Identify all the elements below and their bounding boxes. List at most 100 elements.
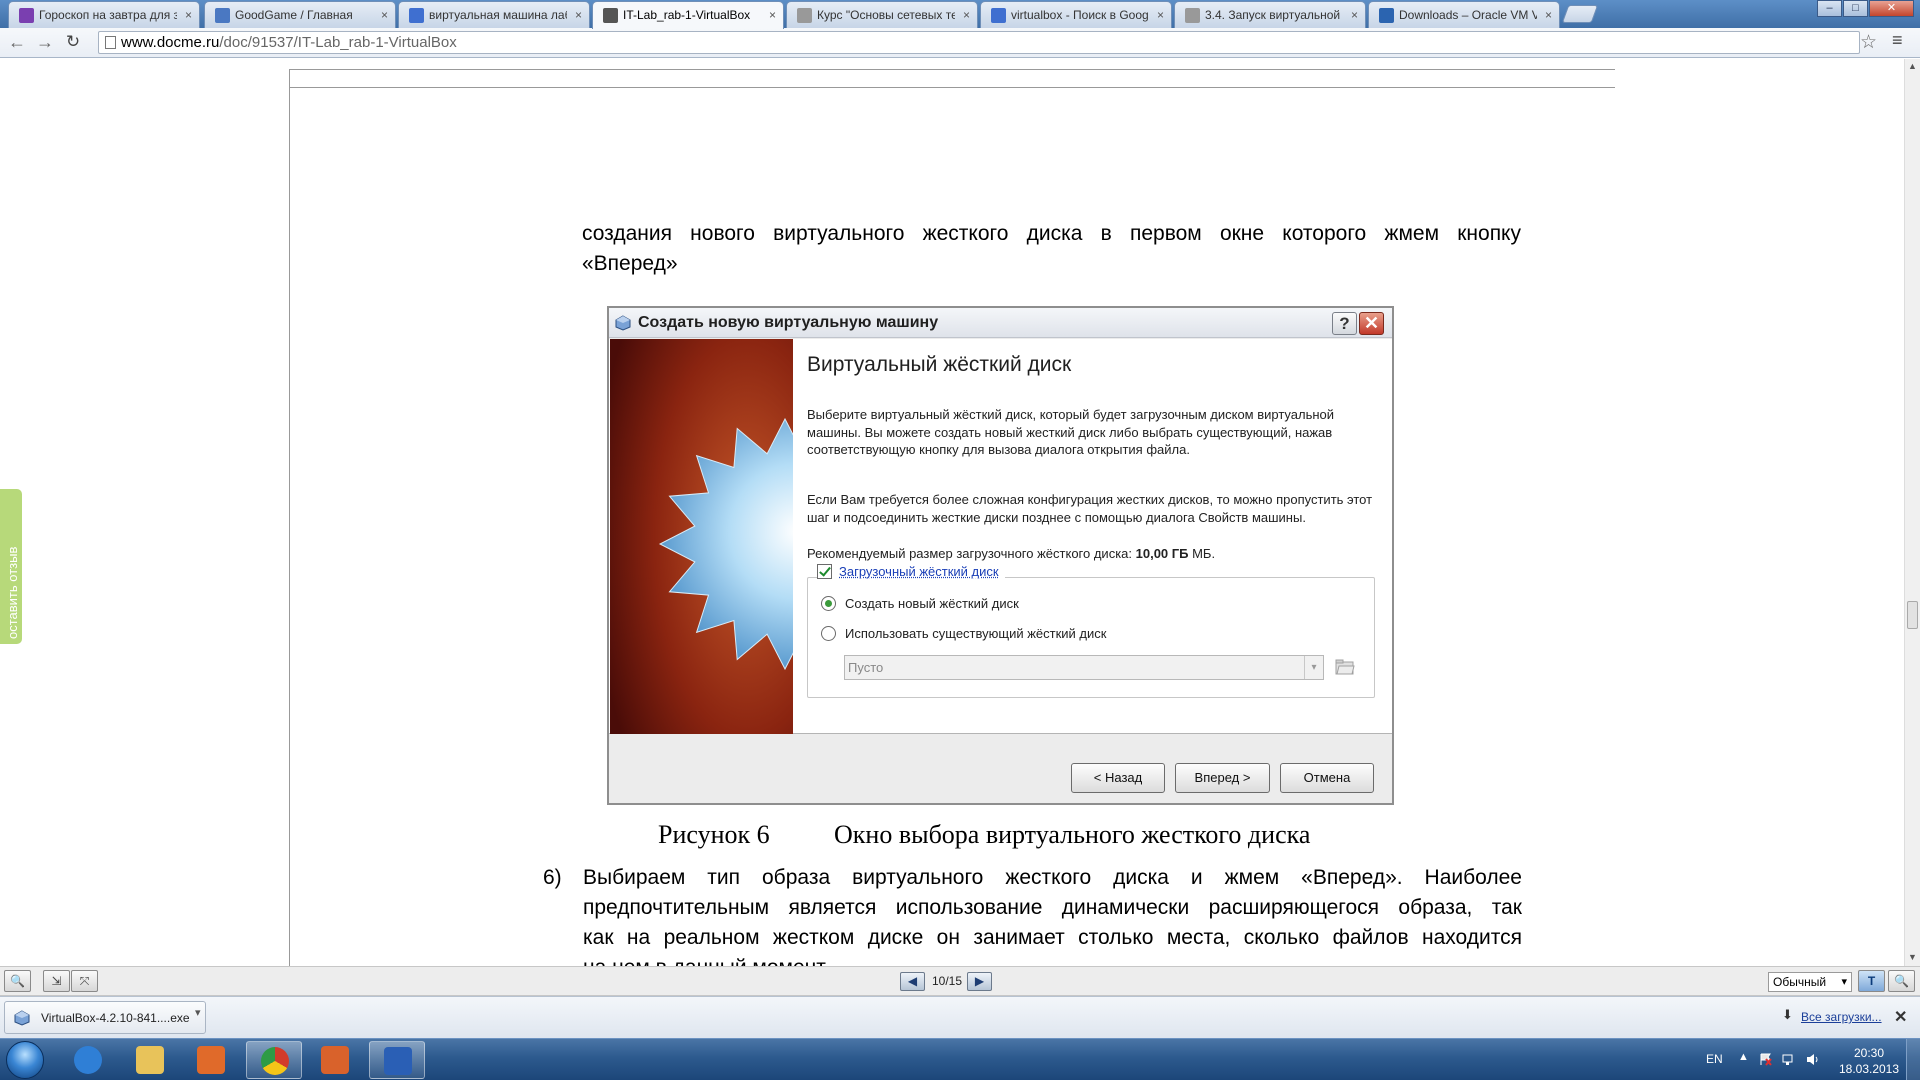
- existing-disk-combobox-value: Пусто: [848, 660, 884, 675]
- fit-page-icon[interactable]: ⇲: [43, 970, 70, 992]
- volume-icon[interactable]: [1806, 1053, 1820, 1066]
- dialog-titlebar: Создать новую виртуальную машину ? ✕: [609, 308, 1392, 338]
- dialog-close-button[interactable]: ✕: [1359, 312, 1384, 335]
- browser-tab[interactable]: Гороскоп на завтра для з ×: [8, 1, 200, 28]
- taskbar-app-internet-explorer[interactable]: [60, 1041, 116, 1079]
- next-button[interactable]: Вперед >: [1175, 763, 1270, 793]
- text-select-tool-icon[interactable]: T: [1858, 970, 1885, 992]
- radio-create-new-disk-button[interactable]: [821, 596, 836, 611]
- tab-close-icon[interactable]: ×: [963, 2, 970, 28]
- window-maximize-button[interactable]: □: [1843, 0, 1868, 17]
- scroll-down-icon[interactable]: ▼: [1908, 952, 1917, 962]
- chevron-down-icon[interactable]: ▾: [195, 1006, 201, 1019]
- radio-use-existing-disk-button[interactable]: [821, 626, 836, 641]
- existing-disk-combobox[interactable]: Пусто ▾: [844, 655, 1324, 680]
- tab-favicon-icon: [19, 8, 34, 23]
- figure-caption-text: Окно выбора виртуального жесткого диска: [834, 820, 1311, 849]
- action-center-flag-icon[interactable]: [1759, 1053, 1773, 1066]
- tab-close-icon[interactable]: ×: [769, 2, 776, 28]
- browser-tab[interactable]: IT-Lab_rab-1-VirtualBox ×: [592, 1, 784, 29]
- address-bar[interactable]: www.docme.ru/doc/91537/IT-Lab_rab-1-Virt…: [98, 31, 1860, 54]
- radio-use-existing-disk[interactable]: Использовать существующий жёсткий диск: [821, 624, 1106, 644]
- scroll-up-icon[interactable]: ▲: [1908, 61, 1917, 71]
- back-button[interactable]: < Назад: [1071, 763, 1165, 793]
- browser-tab[interactable]: virtualbox - Поиск в Goog ×: [980, 1, 1172, 28]
- window-minimize-button[interactable]: –: [1817, 0, 1842, 17]
- zoom-mode-select[interactable]: Обычный: [1768, 972, 1852, 992]
- tray-expand-icon[interactable]: ▲: [1738, 1051, 1749, 1063]
- fullscreen-icon[interactable]: ⤧: [71, 970, 98, 992]
- boot-disk-checkbox-label[interactable]: Загрузочный жёсткий диск: [839, 562, 999, 582]
- download-file-name: VirtualBox-4.2.10-841....exe: [41, 1011, 190, 1025]
- open-folder-icon[interactable]: [1334, 656, 1356, 678]
- new-tab-button[interactable]: [1561, 5, 1599, 23]
- previous-page-button[interactable]: ◀: [900, 972, 925, 991]
- tab-favicon-icon: [215, 8, 230, 23]
- tab-close-icon[interactable]: ×: [381, 2, 388, 28]
- boot-disk-checkbox-row[interactable]: Загрузочный жёсткий диск: [817, 562, 1005, 582]
- chevron-down-icon[interactable]: ▾: [1304, 656, 1323, 679]
- tab-title: GoodGame / Главная: [235, 8, 353, 22]
- show-all-downloads-link[interactable]: Все загрузки...: [1801, 1010, 1882, 1024]
- download-item[interactable]: VirtualBox-4.2.10-841....exe ▾: [4, 1001, 206, 1034]
- url-path: /doc/91537/IT-Lab_rab-1-VirtualBox: [219, 34, 457, 51]
- recommended-size-suffix: МБ.: [1188, 546, 1216, 561]
- back-button[interactable]: ←: [6, 32, 28, 54]
- feedback-side-tab[interactable]: оставить отзыв: [0, 489, 22, 644]
- tab-title: virtualbox - Поиск в Goog: [1011, 8, 1149, 22]
- tab-close-icon[interactable]: ×: [185, 2, 192, 28]
- next-page-button[interactable]: ▶: [967, 972, 992, 991]
- network-icon[interactable]: [1782, 1053, 1796, 1066]
- zoom-tool-icon[interactable]: 🔍: [4, 970, 31, 992]
- tab-close-icon[interactable]: ×: [1351, 2, 1358, 28]
- download-arrow-icon: ⬇: [1782, 1007, 1793, 1022]
- tab-favicon-icon: [1379, 8, 1394, 23]
- vertical-scrollbar[interactable]: ▲ ▼: [1904, 59, 1920, 966]
- radio-create-new-disk-label[interactable]: Создать новый жёсткий диск: [845, 594, 1019, 614]
- radio-use-existing-disk-label[interactable]: Использовать существующий жёсткий диск: [845, 624, 1106, 644]
- radio-create-new-disk[interactable]: Создать новый жёсткий диск: [821, 594, 1019, 614]
- start-button[interactable]: [6, 1041, 44, 1079]
- tab-close-icon[interactable]: ×: [1157, 2, 1164, 28]
- wizard-description-2: Если Вам требуется более сложная конфигу…: [807, 492, 1373, 525]
- tab-favicon-icon: [797, 8, 812, 23]
- taskbar-app-file-explorer[interactable]: [122, 1041, 178, 1079]
- browser-tab[interactable]: Курс "Основы сетевых те ×: [786, 1, 978, 28]
- figure-caption-number: Рисунок 6: [658, 820, 770, 849]
- search-icon[interactable]: 🔍: [1888, 970, 1915, 992]
- forward-button[interactable]: →: [34, 32, 56, 54]
- browser-tab[interactable]: виртуальная машина лаб ×: [398, 1, 590, 28]
- text-line: Выбираем тип образа виртуального жестког…: [583, 866, 1522, 889]
- close-icon[interactable]: ✕: [1894, 1007, 1907, 1027]
- clock-date[interactable]: 18.03.2013: [1837, 1062, 1901, 1076]
- tab-close-icon[interactable]: ×: [575, 2, 582, 28]
- window-close-button[interactable]: ✕: [1869, 0, 1914, 17]
- media-player-icon: [197, 1046, 225, 1074]
- taskbar-app-chrome[interactable]: [246, 1041, 302, 1079]
- feedback-side-tab-label[interactable]: оставить отзыв: [5, 547, 20, 639]
- scrollbar-thumb[interactable]: [1907, 601, 1918, 629]
- clock-time[interactable]: 20:30: [1841, 1046, 1897, 1060]
- browser-tab[interactable]: 3.4. Запуск виртуальной ×: [1174, 1, 1366, 28]
- taskbar-app-matlab[interactable]: [307, 1041, 363, 1079]
- tab-favicon-icon: [409, 8, 424, 23]
- bookmark-star-icon[interactable]: ☆: [1860, 31, 1877, 54]
- help-button[interactable]: ?: [1332, 312, 1357, 335]
- tab-close-icon[interactable]: ×: [1545, 2, 1552, 28]
- reload-button[interactable]: ↻: [62, 32, 84, 54]
- document-frame-left: [289, 69, 290, 966]
- show-desktop-button[interactable]: [1906, 1039, 1920, 1080]
- recommended-size-text: Рекомендуемый размер загрузочного жёстко…: [807, 545, 1382, 563]
- browser-tab[interactable]: Downloads – Oracle VM V ×: [1368, 1, 1560, 28]
- browser-tab[interactable]: GoodGame / Главная ×: [204, 1, 396, 28]
- matlab-icon: [321, 1046, 349, 1074]
- text-line: создания нового виртуального жесткого ди…: [582, 222, 1521, 245]
- chrome-menu-icon[interactable]: ≡: [1892, 30, 1903, 51]
- cancel-button[interactable]: Отмена: [1280, 763, 1374, 793]
- boot-disk-checkbox[interactable]: [817, 564, 832, 579]
- figure-caption: Рисунок 6 Окно выбора виртуального жестко…: [658, 819, 1310, 851]
- taskbar-app-word[interactable]: [369, 1041, 425, 1079]
- input-language-indicator[interactable]: EN: [1706, 1052, 1723, 1066]
- document-frame-top-divider: [289, 87, 1615, 88]
- taskbar-app-media-player[interactable]: [183, 1041, 239, 1079]
